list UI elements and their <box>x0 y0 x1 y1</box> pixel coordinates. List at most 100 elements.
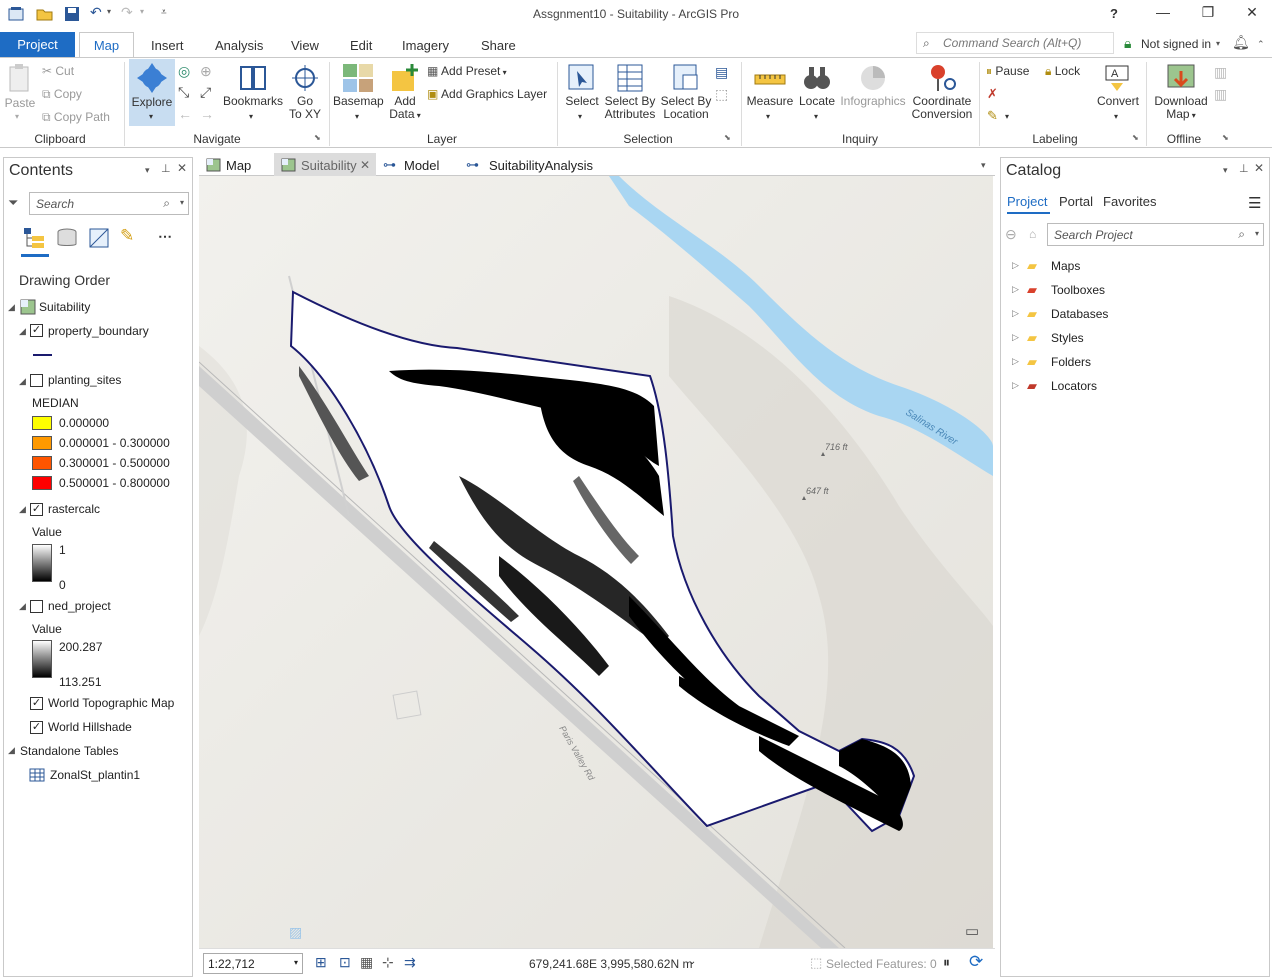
expand-icon[interactable]: ▷ <box>1012 308 1019 319</box>
close-icon[interactable]: ✕ <box>1232 4 1272 21</box>
close-pane-icon[interactable]: ✕ <box>1254 161 1264 175</box>
close-tab-icon[interactable]: ✕ <box>360 158 370 172</box>
layer-visibility-checkbox[interactable] <box>30 374 43 387</box>
map-canvas[interactable]: Salinas River Paris Valley Rd 716 ft 647… <box>199 176 993 948</box>
tab-edit[interactable]: Edit <box>350 38 372 53</box>
notifications-icon[interactable]: 🔔︎ <box>1232 34 1250 51</box>
table-zonal-stats[interactable]: ZonalSt_plantin1 <box>50 768 140 782</box>
catalog-tab-portal[interactable]: Portal <box>1059 194 1093 209</box>
layer-visibility-checkbox[interactable]: ✓ <box>30 697 43 710</box>
rastercalc-ramp[interactable] <box>32 544 52 582</box>
coordinate-conversion-button[interactable]: Coordinate Conversion <box>910 63 974 121</box>
view-tab-map[interactable]: Map <box>226 158 251 173</box>
selection-list-icon[interactable] <box>88 227 110 249</box>
explore-dropdown-icon[interactable]: ▾ <box>149 112 153 121</box>
catalog-item[interactable]: Styles <box>1051 331 1084 345</box>
expand-icon[interactable]: ▷ <box>1012 332 1019 343</box>
catalog-item[interactable]: Folders <box>1051 355 1091 369</box>
infographics-button[interactable]: Infographics <box>838 63 908 108</box>
legend-swatch[interactable] <box>32 476 52 490</box>
refresh-icon[interactable]: ⟳ <box>969 952 983 972</box>
tab-insert[interactable]: Insert <box>151 38 184 53</box>
legend-swatch[interactable] <box>32 436 52 450</box>
catalog-tab-project[interactable]: Project <box>1007 194 1047 209</box>
more-options-icon[interactable]: ⋯ <box>158 228 172 245</box>
view-unplaced-icon[interactable]: ✗ <box>987 86 998 102</box>
pane-options-icon[interactable]: ▾ <box>1223 165 1228 176</box>
remove-offline-icon[interactable]: ▥ <box>1214 86 1227 103</box>
select-by-location-button[interactable]: Select By Location <box>659 63 713 121</box>
add-graphics-layer-button[interactable]: ▣ Add Graphics Layer <box>427 87 547 101</box>
paste-dropdown-icon[interactable]: ▾ <box>15 112 19 121</box>
navigate-launcher-icon[interactable]: ⬊ <box>314 133 321 142</box>
add-data-button[interactable]: Add Data ▾ <box>387 63 423 122</box>
tab-map[interactable]: Map <box>79 32 134 58</box>
select-dropdown-icon[interactable]: ▾ <box>578 112 582 121</box>
download-map-dropdown-icon[interactable]: ▾ <box>1190 111 1196 120</box>
editing-icon[interactable]: ✎ <box>120 226 134 246</box>
basemap-button[interactable]: Basemap <box>333 63 384 108</box>
maximize-icon[interactable]: ❐ <box>1188 4 1228 21</box>
select-button[interactable]: Select <box>562 63 602 108</box>
pause-drawing-icon[interactable]: ⏸ <box>943 954 950 971</box>
tab-analysis[interactable]: Analysis <box>215 38 263 53</box>
pin-icon[interactable]: ⊥ <box>161 162 171 175</box>
catalog-item[interactable]: Toolboxes <box>1051 283 1105 297</box>
expand-icon[interactable]: ◢ <box>8 302 15 313</box>
measure-button[interactable]: Measure <box>745 63 795 108</box>
select-by-attributes-button[interactable]: Select By Attributes <box>602 63 658 121</box>
pin-icon[interactable]: ⊥ <box>1239 162 1249 175</box>
view-tab-suitability[interactable]: Suitability <box>301 158 357 173</box>
download-map-button[interactable]: Download Map ▾ <box>1150 63 1212 122</box>
search-dropdown-icon[interactable]: ▾ <box>180 198 184 207</box>
expand-icon[interactable]: ◢ <box>19 376 26 387</box>
paste-button[interactable]: Paste <box>4 63 36 110</box>
sync-icon[interactable]: ▥ <box>1214 64 1227 81</box>
catalog-item[interactable]: Locators <box>1051 379 1097 393</box>
layer-visibility-checkbox[interactable]: ✓ <box>30 324 43 337</box>
expand-icon[interactable]: ▷ <box>1012 356 1019 367</box>
expand-icon[interactable]: ◢ <box>19 601 26 612</box>
expand-icon[interactable]: ▷ <box>1012 380 1019 391</box>
bookmarks-button[interactable]: Bookmarks <box>222 63 284 108</box>
layer-visibility-checkbox[interactable] <box>30 600 43 613</box>
filter-icon[interactable]: ⏷ <box>8 195 18 211</box>
convert-dropdown-icon[interactable]: ▾ <box>1114 112 1118 121</box>
view-tab-model[interactable]: Model <box>404 158 439 173</box>
layer-property-boundary[interactable]: property_boundary <box>48 324 149 338</box>
copy-button[interactable]: ⧉ Copy <box>42 87 82 102</box>
catalog-item[interactable]: Databases <box>1051 307 1108 321</box>
attributes-table-icon[interactable]: ▤ <box>715 64 728 81</box>
expand-icon[interactable]: ◢ <box>19 326 26 337</box>
map-overview-icon[interactable]: ▭ <box>965 922 979 940</box>
ribbon-collapse-icon[interactable]: ⌃ <box>1257 39 1265 50</box>
tab-list-dropdown-icon[interactable]: ▾ <box>981 160 986 171</box>
view-tab-suitability-analysis[interactable]: SuitabilityAnalysis <box>489 158 593 173</box>
measure-dropdown-icon[interactable]: ▾ <box>766 112 770 121</box>
pause-labeling-button[interactable]: ⏸ Pause <box>986 64 1029 79</box>
selected-features-count[interactable]: Selected Features: 0 <box>826 957 937 971</box>
close-pane-icon[interactable]: ✕ <box>177 161 187 175</box>
bookmarks-dropdown-icon[interactable]: ▾ <box>249 112 253 121</box>
layer-visibility-checkbox[interactable]: ✓ <box>30 503 43 516</box>
lock-labeling-button[interactable]: 🔒︎ Lock <box>1045 64 1080 79</box>
home-icon[interactable]: ⌂ <box>1029 227 1036 241</box>
previous-extent-icon[interactable]: ← <box>178 106 192 122</box>
cut-button[interactable]: ✂ Cut <box>42 64 74 78</box>
scale-selector[interactable]: 1:22,712 ▾ <box>203 953 303 974</box>
convert-button[interactable]: A Convert <box>1096 63 1140 108</box>
layer-ned-project[interactable]: ned_project <box>48 599 111 613</box>
coordinate-format-dropdown-icon[interactable]: ⌄ <box>688 956 696 967</box>
back-icon[interactable]: ⊖ <box>1005 226 1017 243</box>
account-dropdown-icon[interactable]: ▾ <box>1216 39 1220 48</box>
expand-icon[interactable]: ▷ <box>1012 284 1019 295</box>
catalog-menu-icon[interactable]: ☰ <box>1248 194 1261 212</box>
layer-rastercalc[interactable]: rastercalc <box>48 502 100 516</box>
labeling-launcher-icon[interactable]: ⬊ <box>1132 133 1139 142</box>
tab-imagery[interactable]: Imagery <box>402 38 449 53</box>
grid-snapping-icon[interactable]: ⊡ <box>339 954 351 971</box>
tab-share[interactable]: Share <box>481 38 516 53</box>
layer-visibility-checkbox[interactable]: ✓ <box>30 721 43 734</box>
layer-world-topographic[interactable]: World Topographic Map <box>48 696 174 710</box>
standalone-tables-heading[interactable]: Standalone Tables <box>20 744 119 758</box>
